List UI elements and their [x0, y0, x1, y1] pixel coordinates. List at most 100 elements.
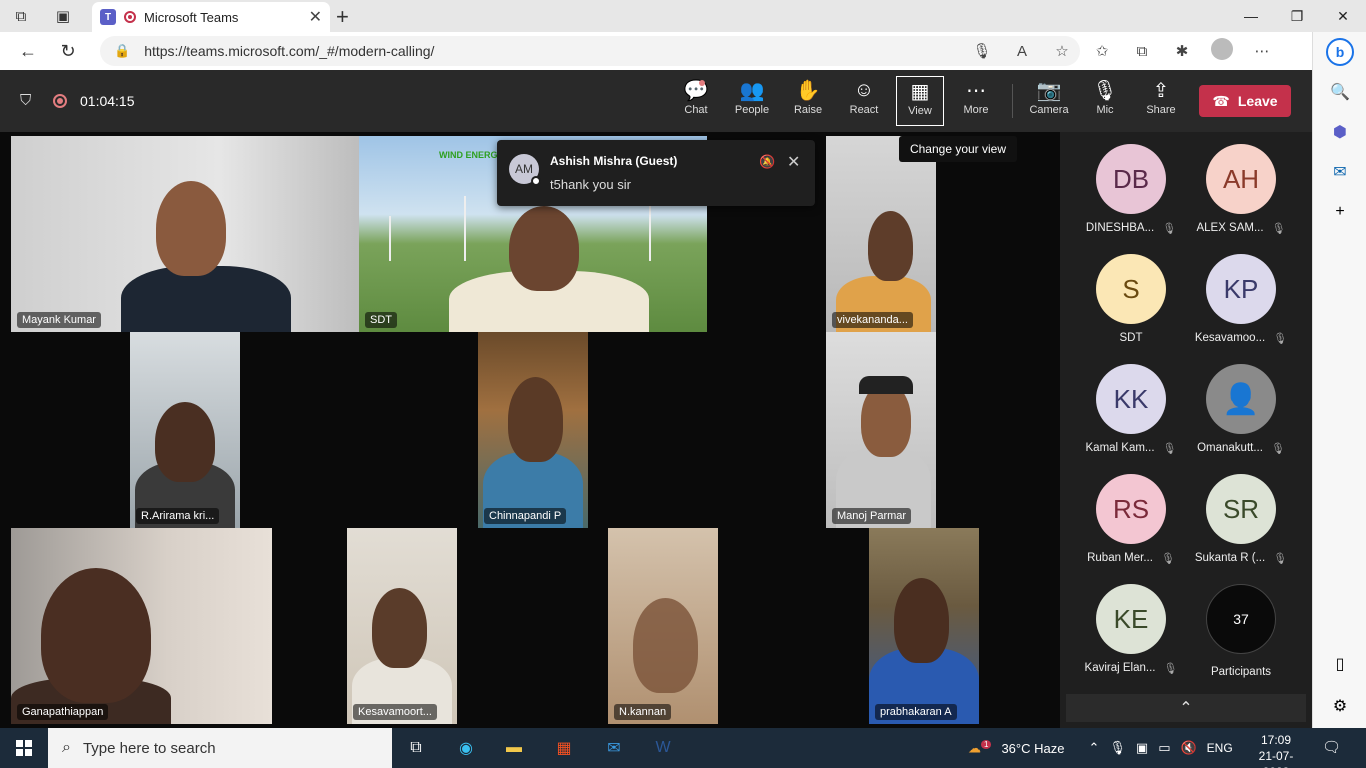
- avatar: S: [1096, 254, 1166, 324]
- notification-icon[interactable]: 🗨: [1322, 738, 1341, 756]
- minimize-button[interactable]: —: [1228, 0, 1274, 32]
- volume-muted-icon[interactable]: 🔇: [1180, 740, 1196, 756]
- search-icon: ⌕: [62, 739, 71, 756]
- microphone-icon[interactable]: 🎙: [1109, 740, 1126, 756]
- video-tile[interactable]: N.kannan: [608, 528, 718, 724]
- favorites-icon[interactable]: ✩: [1082, 42, 1122, 60]
- message-text: t5hank you sir: [550, 177, 631, 192]
- people-button[interactable]: 👥 People: [724, 76, 780, 126]
- microsoft-store-icon[interactable]: ▦: [548, 734, 580, 762]
- more-button[interactable]: ⋯ More: [948, 76, 1004, 126]
- browser-tab-teams[interactable]: T Microsoft Teams ✕: [92, 2, 330, 32]
- collapse-panel-button[interactable]: ⌃: [1066, 694, 1306, 722]
- video-tile[interactable]: Chinnapandi P: [478, 332, 588, 528]
- avatar: KE: [1096, 584, 1166, 654]
- video-tile[interactable]: Mayank Kumar: [11, 136, 359, 332]
- split-screen-icon[interactable]: ▯: [1313, 644, 1366, 684]
- refresh-button[interactable]: ↻: [48, 32, 88, 70]
- close-window-button[interactable]: ✕: [1320, 0, 1366, 32]
- participant-name: Kamal Kam...: [1085, 442, 1155, 454]
- participants-count-button[interactable]: 37 Participants: [1186, 584, 1296, 678]
- mic-off-icon: 🎙: [1273, 553, 1288, 565]
- mic-off-icon: 🎙: [1162, 223, 1177, 235]
- participant-item[interactable]: KK Kamal Kam... 🎙: [1076, 364, 1186, 455]
- favorite-star-icon[interactable]: ☆: [1042, 42, 1082, 60]
- mute-notification-icon[interactable]: 🔕: [759, 154, 775, 170]
- mail-icon[interactable]: ✉: [598, 734, 630, 762]
- taskbar-search-box[interactable]: ⌕ Type here to search: [48, 728, 392, 768]
- search-placeholder: Type here to search: [82, 739, 216, 757]
- participant-name: Ruban Mer...: [1087, 552, 1153, 564]
- recording-icon: [124, 11, 136, 23]
- profile-avatar[interactable]: [1202, 38, 1242, 64]
- video-tile[interactable]: vivekananda...: [826, 136, 936, 332]
- tile-name: Chinnapandi P: [484, 508, 567, 524]
- mic-button[interactable]: 🎙 Mic: [1077, 76, 1133, 126]
- participant-item[interactable]: RS Ruban Mer... 🎙: [1076, 474, 1186, 565]
- mic-off-icon: 🎙: [1162, 443, 1177, 455]
- video-tile[interactable]: prabhakaran A: [869, 528, 979, 724]
- add-icon[interactable]: +: [1313, 192, 1366, 232]
- react-button[interactable]: ☺ React: [836, 76, 892, 126]
- participant-item[interactable]: S SDT: [1076, 254, 1186, 344]
- collections-icon[interactable]: ⧉: [1122, 43, 1162, 60]
- maximize-button[interactable]: ❐: [1274, 0, 1320, 32]
- close-icon[interactable]: ✕: [787, 152, 800, 172]
- tile-name: vivekananda...: [832, 312, 913, 328]
- battery-icon[interactable]: ▭: [1158, 740, 1170, 756]
- bing-icon: b: [1326, 38, 1354, 66]
- search-icon[interactable]: 🔍: [1313, 72, 1366, 112]
- word-icon[interactable]: W: [647, 734, 679, 762]
- shield-icon: ⛉: [20, 92, 32, 109]
- outlook-icon[interactable]: ✉: [1313, 152, 1366, 192]
- camera-off-icon: 📷: [1036, 79, 1062, 102]
- participant-item[interactable]: KE Kaviraj Elan... 🎙: [1076, 584, 1186, 675]
- address-bar-row: ← ↻ 🔒 https://teams.microsoft.com/_#/mod…: [0, 32, 1312, 70]
- tile-name: N.kannan: [614, 704, 672, 720]
- avatar: DB: [1096, 144, 1166, 214]
- chevron-up-icon[interactable]: ⌃: [1088, 740, 1099, 756]
- clock[interactable]: 17:09 21-07-2023: [1246, 732, 1306, 768]
- new-tab-button[interactable]: +: [336, 4, 349, 30]
- participant-item[interactable]: SR Sukanta R (... 🎙: [1186, 474, 1296, 565]
- video-tile[interactable]: Kesavamoort...: [347, 528, 457, 724]
- camera-button[interactable]: 📷 Camera: [1021, 76, 1077, 126]
- edge-icon[interactable]: ◉: [450, 734, 482, 762]
- video-tile[interactable]: R.Arirama kri...: [130, 332, 240, 528]
- view-button[interactable]: ▦ View: [896, 76, 944, 126]
- participant-item[interactable]: AH ALEX SAM... 🎙: [1186, 144, 1296, 235]
- gear-icon[interactable]: ⚙: [1313, 686, 1366, 726]
- weather-icon[interactable]: ☁ 1: [968, 739, 992, 756]
- bing-button[interactable]: b: [1313, 32, 1366, 72]
- leave-button[interactable]: ☎ Leave: [1199, 85, 1291, 117]
- microphone-icon[interactable]: 🎙: [962, 42, 1002, 60]
- participant-item[interactable]: DB DINESHBA... 🎙: [1076, 144, 1186, 235]
- workspaces-icon[interactable]: ⧉: [0, 0, 42, 32]
- mic-off-icon: 🎙: [1271, 223, 1286, 235]
- react-label: React: [849, 104, 879, 116]
- chat-notification-toast[interactable]: AM Ashish Mishra (Guest) t5hank you sir …: [497, 140, 815, 206]
- back-button[interactable]: ←: [8, 32, 48, 70]
- weather-text[interactable]: 36°C Haze: [1001, 741, 1064, 756]
- teams-logo-icon: T: [100, 9, 116, 25]
- file-explorer-icon[interactable]: ▬: [498, 734, 530, 762]
- chat-button[interactable]: 💬 Chat: [668, 76, 724, 126]
- close-tab-icon[interactable]: ✕: [309, 7, 322, 27]
- url-field[interactable]: 🔒 https://teams.microsoft.com/_#/modern-…: [100, 36, 1080, 66]
- windows-start-button[interactable]: [0, 728, 48, 768]
- settings-more-icon[interactable]: ⋯: [1242, 42, 1282, 60]
- share-button[interactable]: ⇪ Share: [1133, 76, 1189, 126]
- read-aloud-icon[interactable]: A: [1002, 43, 1042, 60]
- raise-hand-button[interactable]: ✋ Raise: [780, 76, 836, 126]
- participant-item[interactable]: 👤 Omanakutt... 🎙: [1186, 364, 1296, 455]
- tab-actions-icon[interactable]: ▣: [42, 0, 84, 32]
- extensions-icon[interactable]: ✱: [1162, 42, 1202, 60]
- office-icon[interactable]: ⬢: [1313, 112, 1366, 152]
- task-view-icon[interactable]: ⧉: [400, 734, 432, 762]
- camera-icon[interactable]: ▣: [1136, 740, 1148, 756]
- video-tile[interactable]: Manoj Parmar: [826, 332, 936, 528]
- language-indicator[interactable]: ENG: [1207, 741, 1233, 755]
- video-tile[interactable]: Ganapathiappan: [11, 528, 272, 724]
- meeting-header: ⛉ 01:04:15 💬 Chat 👥 People ✋ Raise ☺ Rea…: [0, 70, 1312, 132]
- participant-item[interactable]: KP Kesavamoo... 🎙: [1186, 254, 1296, 345]
